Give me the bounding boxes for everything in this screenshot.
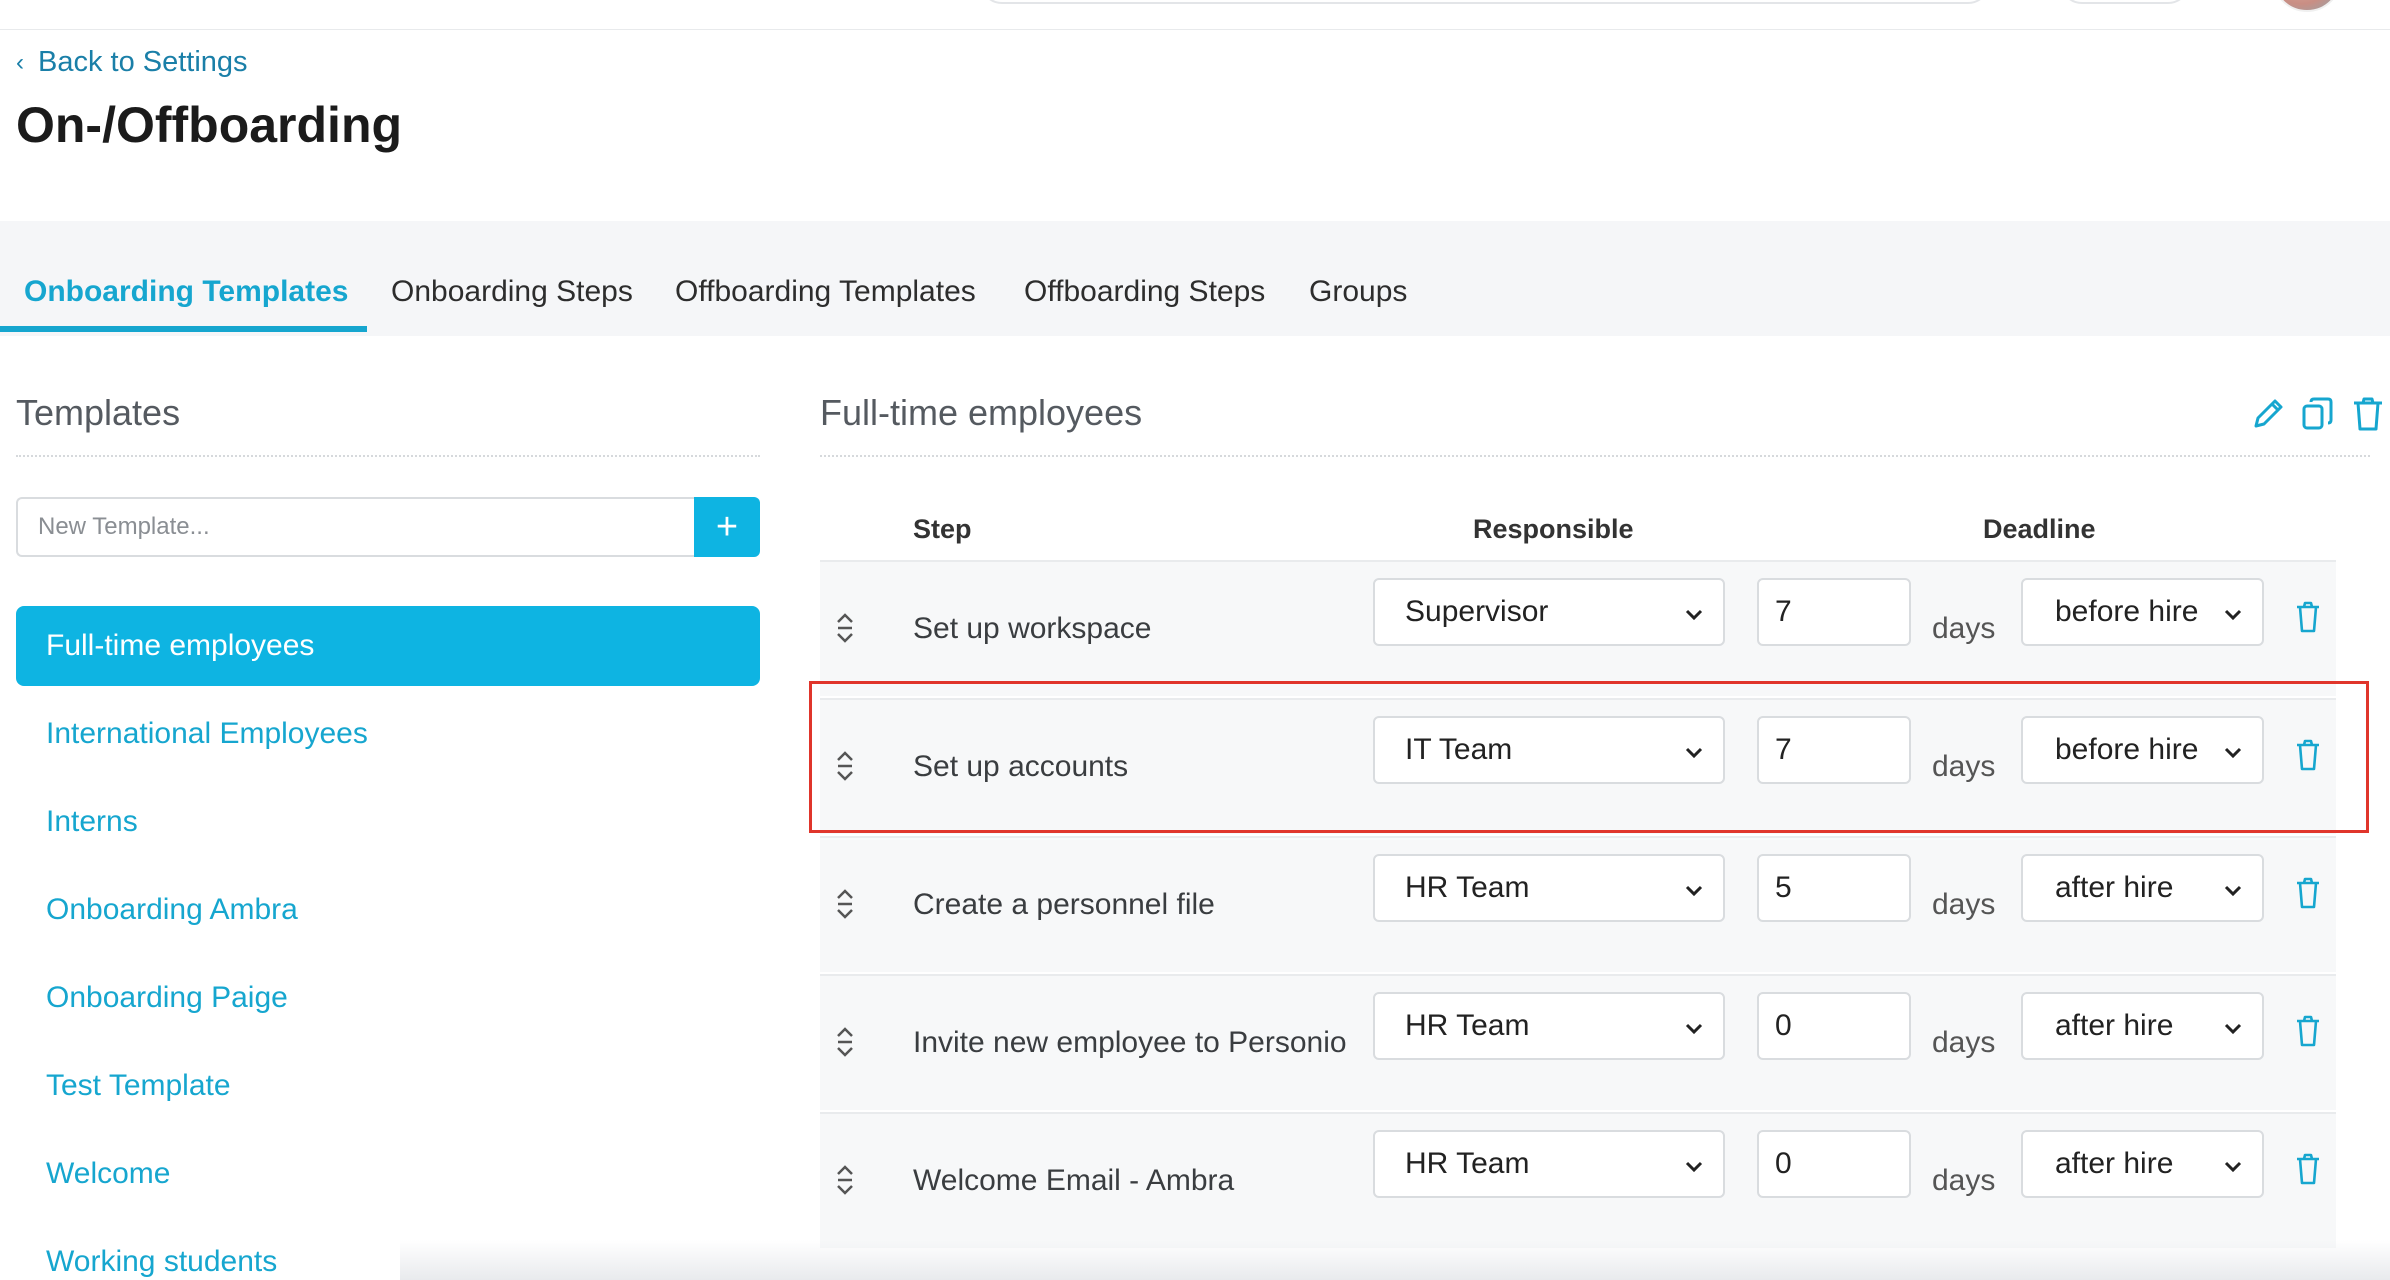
drag-handle-icon[interactable] [834,884,856,924]
chevron-down-icon [2222,600,2244,622]
step-name: Invite new employee to Personio [913,1026,1347,1059]
days-input[interactable]: 5 [1757,854,1911,922]
tab-bar: Onboarding Templates Onboarding Steps Of… [0,221,2390,336]
column-header-responsible: Responsible [1473,514,1634,544]
new-template-input[interactable] [16,497,694,557]
tab-onboarding-templates[interactable]: Onboarding Templates [24,275,348,309]
days-label: days [1932,1164,1996,1197]
chevron-down-icon [1683,1014,1705,1036]
delete-step-icon[interactable] [2294,1014,2322,1048]
step-row: Create a personnel file HR Team 5 days after… [820,836,2336,972]
step-row: Set up workspace Supervisor 7 days before hi… [820,560,2336,696]
deadline-value: before hire [2055,595,2199,628]
drag-handle-icon[interactable] [834,608,856,648]
step-name: Create a personnel file [913,888,1215,921]
deadline-value: after hire [2055,1147,2174,1180]
days-label: days [1932,888,1996,921]
step-name: Set up workspace [913,612,1152,645]
active-tab-indicator [0,326,367,332]
trash-icon[interactable] [2348,394,2388,434]
step-row: Invite new employee to Personio HR Team 0 d… [820,974,2336,1110]
back-link-label: Back to Settings [38,46,248,78]
deadline-value: after hire [2055,1009,2174,1042]
responsible-select[interactable]: HR Team [1373,1130,1725,1198]
tab-offboarding-templates[interactable]: Offboarding Templates [675,275,976,309]
template-item[interactable]: Full-time employees [16,606,760,686]
days-label: days [1932,612,1996,645]
responsible-value: HR Team [1405,871,1530,904]
template-item[interactable]: Test Template [16,1046,760,1126]
drag-handle-icon[interactable] [834,1160,856,1200]
top-action-button[interactable] [2060,0,2190,4]
highlight-box [809,681,2369,833]
chevron-down-icon [2222,1152,2244,1174]
copy-icon[interactable] [2298,394,2338,434]
tab-onboarding-steps[interactable]: Onboarding Steps [391,275,633,309]
days-input[interactable]: 0 [1757,992,1911,1060]
deadline-value: after hire [2055,871,2174,904]
deadline-select[interactable]: after hire [2021,854,2264,922]
template-item[interactable]: Onboarding Paige [16,958,760,1038]
avatar[interactable] [2272,0,2342,12]
step-row: Welcome Email - Ambra HR Team 0 days after h… [820,1112,2336,1248]
responsible-value: Supervisor [1405,595,1549,628]
chevron-down-icon [1683,1152,1705,1174]
deadline-select[interactable]: after hire [2021,1130,2264,1198]
delete-step-icon[interactable] [2294,1152,2322,1186]
days-input[interactable]: 7 [1757,578,1911,646]
delete-step-icon[interactable] [2294,876,2322,910]
days-input[interactable]: 0 [1757,1130,1911,1198]
responsible-value: HR Team [1405,1009,1530,1042]
scroll-shadow [400,1240,2390,1280]
tab-groups[interactable]: Groups [1309,275,1407,309]
template-item[interactable]: Welcome [16,1134,760,1214]
tab-offboarding-steps[interactable]: Offboarding Steps [1024,275,1265,309]
new-template-form: + [16,497,760,557]
deadline-select[interactable]: before hire [2021,578,2264,646]
page-title: On-/Offboarding [16,97,403,153]
delete-step-icon[interactable] [2294,600,2322,634]
pencil-icon[interactable] [2248,394,2288,434]
responsible-select[interactable]: HR Team [1373,992,1725,1060]
template-item[interactable]: International Employees [16,694,760,774]
chevron-down-icon [1683,600,1705,622]
template-item[interactable]: Onboarding Ambra [16,870,760,950]
column-header-step: Step [913,514,972,544]
column-header-deadline: Deadline [1983,514,2096,544]
drag-handle-icon[interactable] [834,1022,856,1062]
responsible-select[interactable]: HR Team [1373,854,1725,922]
step-name: Welcome Email - Ambra [913,1164,1235,1197]
responsible-value: HR Team [1405,1147,1530,1180]
chevron-down-icon [1683,876,1705,898]
responsible-select[interactable]: Supervisor [1373,578,1725,646]
global-search[interactable] [980,0,1990,4]
templates-heading: Templates [16,392,181,433]
template-item[interactable]: Interns [16,782,760,862]
back-to-settings-link[interactable]: ‹ Back to Settings [16,46,248,79]
deadline-select[interactable]: after hire [2021,992,2264,1060]
divider [16,455,760,457]
chevron-down-icon [2222,1014,2244,1036]
template-title: Full-time employees [820,392,1143,433]
chevron-left-icon: ‹ [16,48,24,76]
divider [820,455,2370,457]
template-actions [2248,394,2388,434]
days-label: days [1932,1026,1996,1059]
chevron-down-icon [2222,876,2244,898]
add-template-button[interactable]: + [694,497,760,557]
top-bar [0,0,2390,30]
